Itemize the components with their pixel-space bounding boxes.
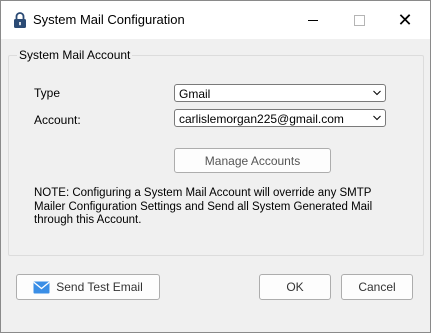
chevron-down-icon [373, 90, 381, 96]
type-select[interactable]: Gmail [174, 84, 386, 102]
send-test-email-label: Send Test Email [56, 280, 143, 294]
send-test-email-button[interactable]: Send Test Email [16, 274, 160, 300]
close-icon: ✕ [397, 10, 413, 30]
ok-label: OK [286, 280, 304, 294]
ok-button[interactable]: OK [259, 274, 331, 300]
account-label: Account: [34, 113, 81, 127]
window-title: System Mail Configuration [33, 12, 185, 27]
minimize-icon [308, 19, 318, 21]
minimize-button[interactable] [290, 1, 336, 39]
maximize-button [336, 1, 382, 39]
maximize-icon [353, 14, 365, 26]
title-bar: System Mail Configuration ✕ [1, 1, 430, 39]
account-select-value: carlislemorgan225@gmail.com [179, 112, 344, 126]
account-select[interactable]: carlislemorgan225@gmail.com [174, 109, 386, 127]
envelope-icon [33, 281, 50, 293]
manage-accounts-button[interactable]: Manage Accounts [174, 148, 331, 173]
group-label: System Mail Account [17, 48, 133, 62]
type-label: Type [34, 86, 61, 100]
close-button[interactable]: ✕ [382, 1, 428, 39]
dialog-window: System Mail Configuration ✕ System Mail … [0, 0, 431, 333]
chevron-down-icon [373, 115, 381, 121]
cancel-label: Cancel [358, 280, 396, 294]
cancel-button[interactable]: Cancel [341, 274, 413, 300]
lock-icon [14, 12, 26, 28]
note-text: NOTE: Configuring a System Mail Account … [34, 187, 373, 226]
type-select-value: Gmail [179, 87, 211, 101]
manage-accounts-label: Manage Accounts [204, 153, 301, 168]
